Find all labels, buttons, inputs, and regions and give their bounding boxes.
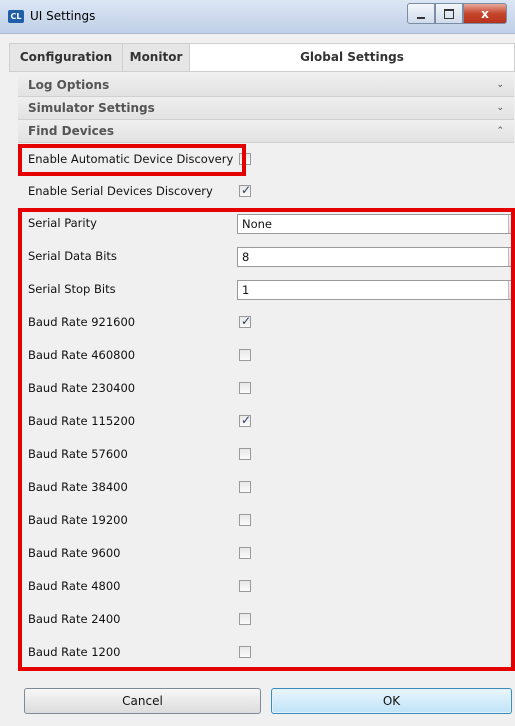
cancel-button[interactable]: Cancel <box>24 688 261 714</box>
tab-bar: Configuration Monitor Global Settings <box>9 43 515 72</box>
serial-discovery-row: Enable Serial Devices Discovery ✓ <box>18 176 514 208</box>
section-label: Find Devices <box>28 124 115 138</box>
section-simulator-settings[interactable]: Simulator Settings ⌄ <box>18 97 514 120</box>
tab-monitor[interactable]: Monitor <box>123 44 190 71</box>
app-logo-icon: CL <box>8 10 24 23</box>
maximize-button[interactable] <box>435 3 463 24</box>
minimize-icon <box>417 16 425 19</box>
window-title: UI Settings <box>30 9 96 23</box>
section-find-devices[interactable]: Find Devices ⌃ <box>18 120 514 143</box>
tab-configuration[interactable]: Configuration <box>10 44 123 71</box>
section-label: Log Options <box>28 78 110 92</box>
title-bar[interactable]: CL UI Settings x <box>0 0 515 34</box>
close-icon: x <box>481 6 489 21</box>
serial-discovery-label: Enable Serial Devices Discovery <box>28 184 213 198</box>
settings-window: CL UI Settings x Configuration Monitor G… <box>0 0 515 726</box>
check-icon: ✓ <box>241 183 252 197</box>
chevron-up-icon: ⌃ <box>496 126 504 136</box>
maximize-icon <box>444 8 454 19</box>
tab-global-settings[interactable]: Global Settings <box>190 44 514 71</box>
close-button[interactable]: x <box>463 3 507 24</box>
ok-button[interactable]: OK <box>271 688 512 714</box>
minimize-button[interactable] <box>407 3 435 24</box>
highlight-box-auto-discovery <box>18 144 246 176</box>
section-log-options[interactable]: Log Options ⌄ <box>18 74 514 97</box>
chevron-down-icon: ⌄ <box>496 103 504 113</box>
chevron-down-icon: ⌄ <box>496 80 504 90</box>
serial-discovery-checkbox[interactable]: ✓ <box>239 183 252 197</box>
window-controls: x <box>407 3 507 24</box>
section-label: Simulator Settings <box>28 101 155 115</box>
highlight-box-serial-settings <box>18 208 515 671</box>
